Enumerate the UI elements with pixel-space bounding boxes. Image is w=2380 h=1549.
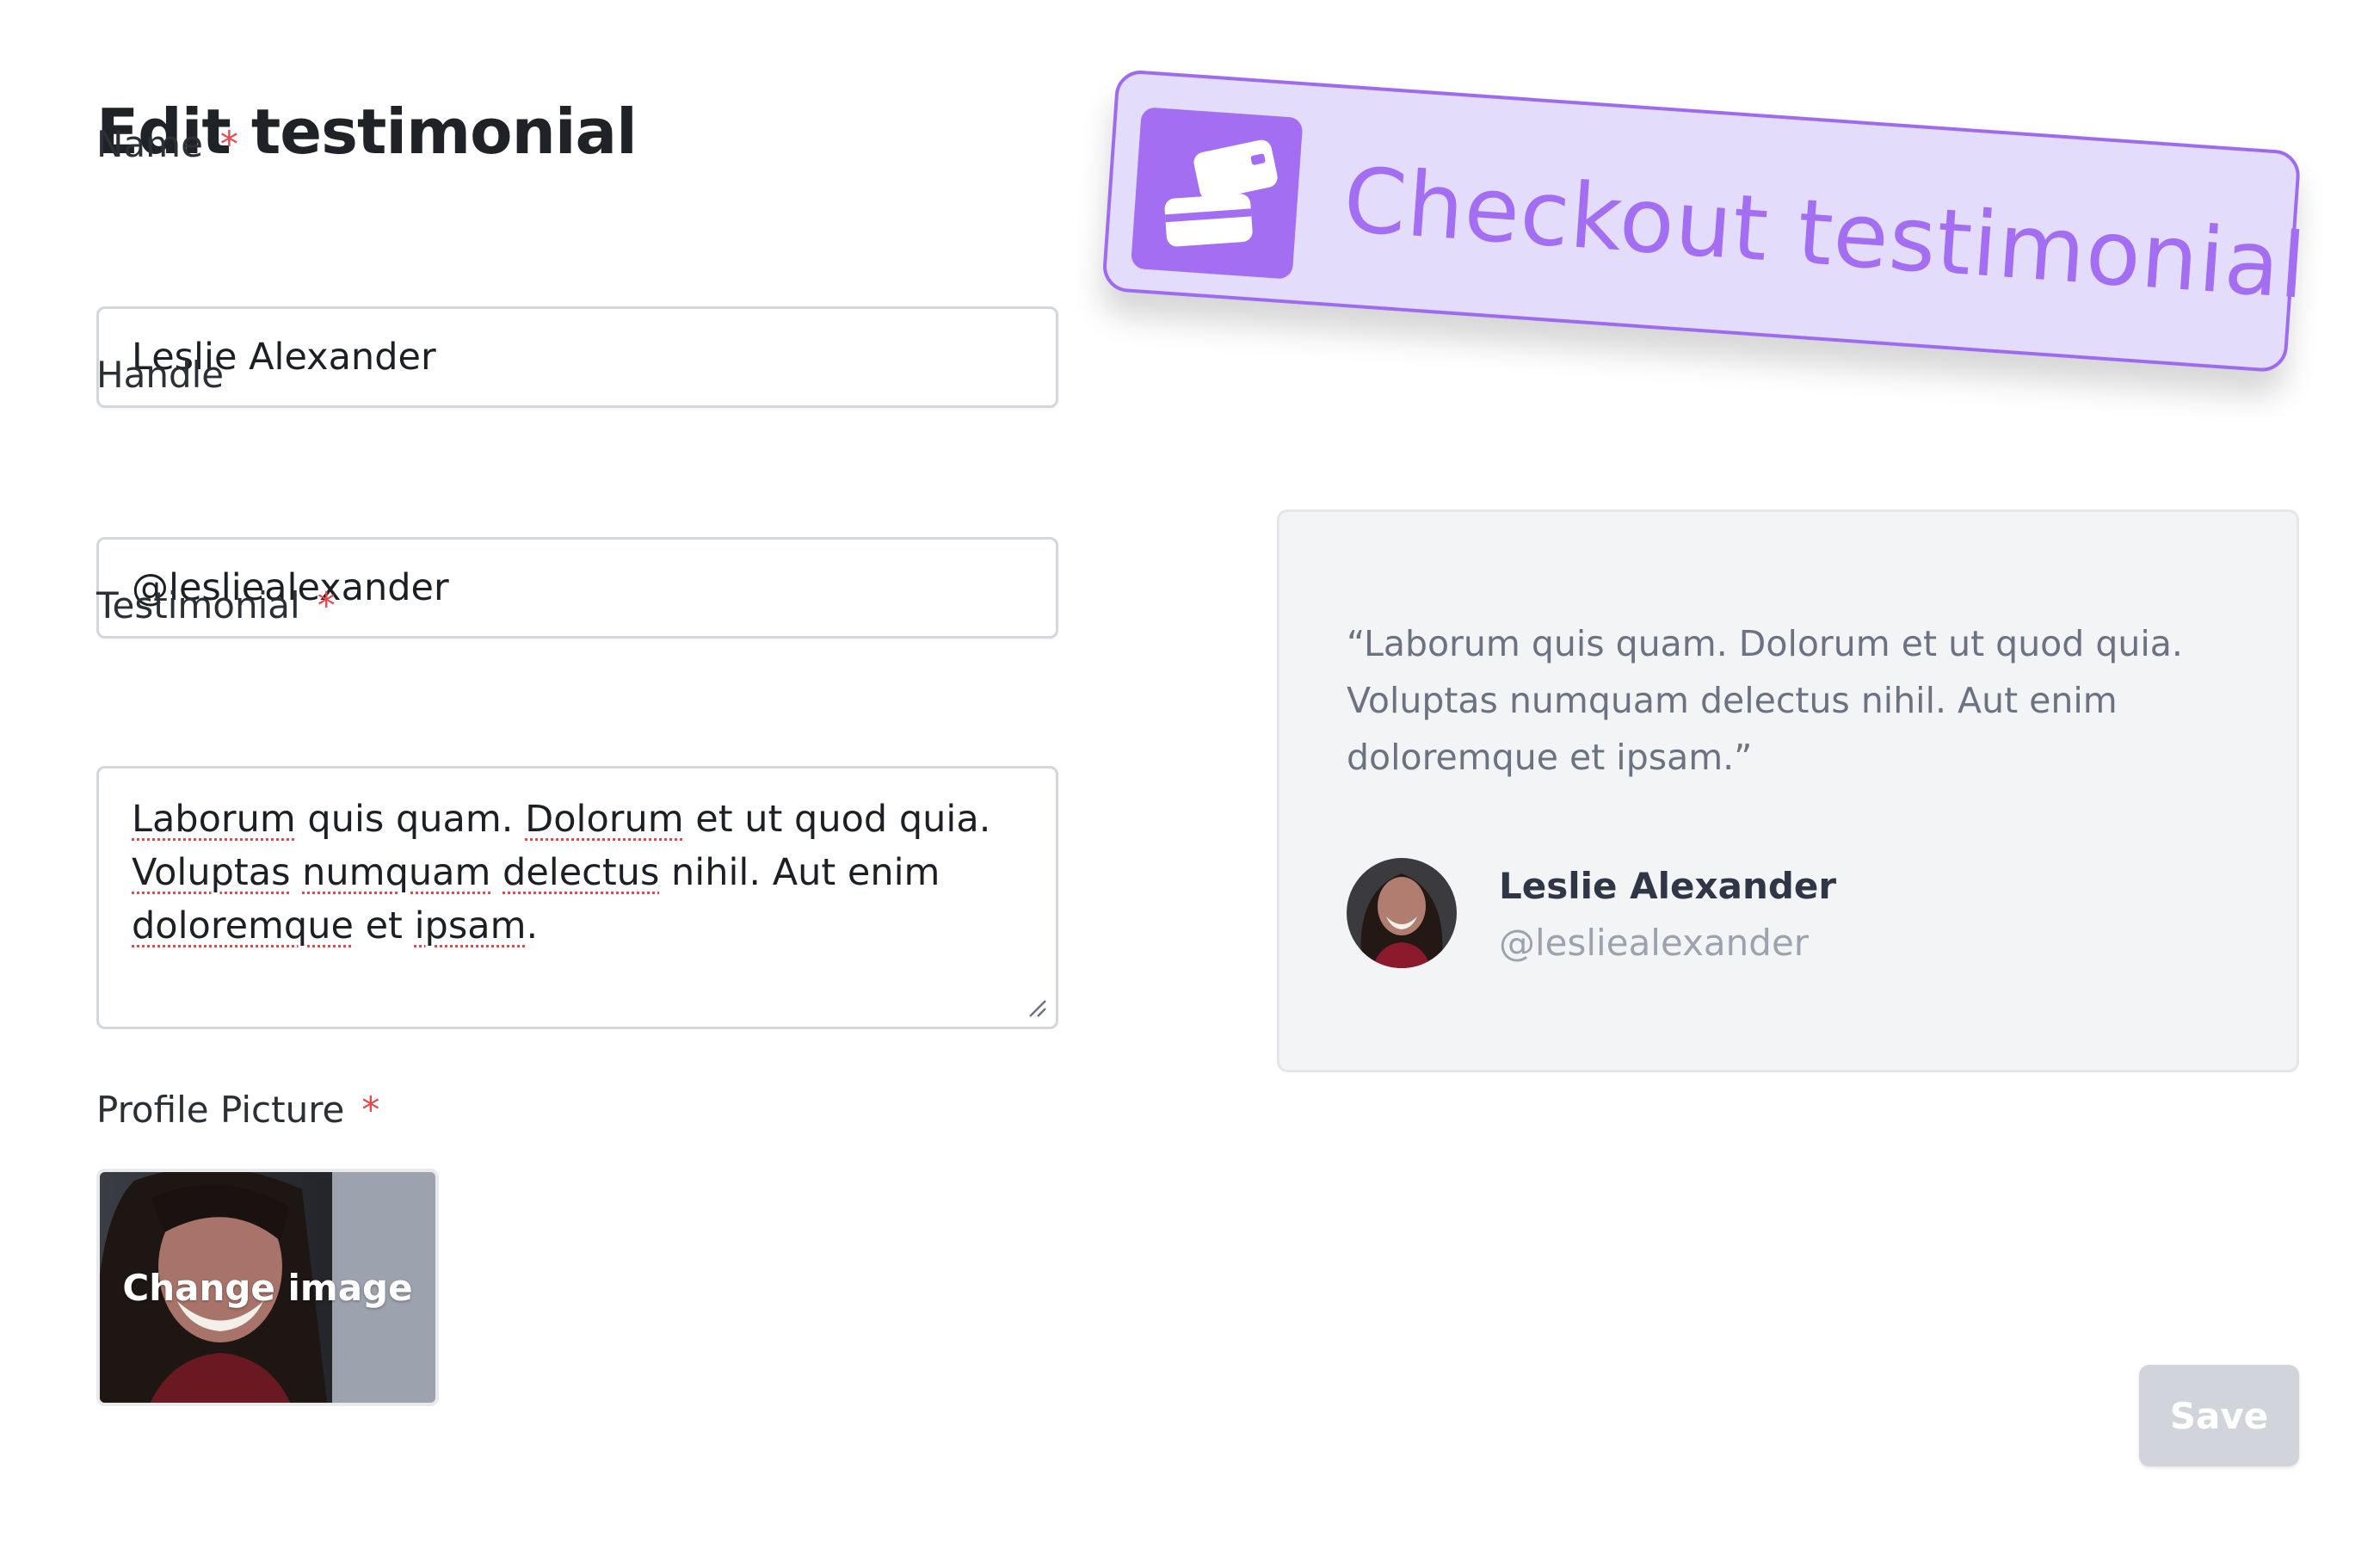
testimonial-preview-card: “Laborum quis quam. Dolorum et ut quod q… — [1277, 509, 2299, 1072]
preview-quote-line: doloremque et ipsam.” — [1347, 737, 1753, 778]
change-image-button[interactable]: Change image — [100, 1172, 435, 1403]
profile-picture-label: Profile Picture * — [96, 1086, 379, 1134]
handle-label: Handle — [96, 354, 225, 396]
preview-author-name: Leslie Alexander — [1499, 865, 1837, 907]
testimonial-label: Testimonial * — [96, 582, 336, 630]
name-input[interactable]: Leslie Alexander — [96, 306, 1058, 408]
spellcheck-word: delectus — [503, 851, 660, 894]
spellcheck-word: numquam — [302, 851, 491, 894]
spellcheck-word: Laborum — [132, 798, 296, 841]
testimonial-text: . — [526, 904, 539, 947]
save-button[interactable]: Save — [2139, 1365, 2299, 1466]
spellcheck-word: Dolorum — [525, 798, 684, 841]
preview-quote-line: Voluptas numquam delectus nihil. Aut eni… — [1347, 680, 2118, 721]
credit-cards-icon — [1130, 107, 1304, 280]
name-label-text: Name — [96, 123, 203, 165]
testimonial-text — [291, 851, 303, 894]
avatar — [1347, 858, 1457, 968]
testimonial-text: et — [353, 904, 415, 947]
testimonial-text: nihil. Aut enim — [659, 851, 940, 894]
name-required-mark: * — [219, 123, 238, 165]
preview-quote: “Laborum quis quam. Dolorum et ut quod q… — [1347, 615, 2250, 786]
profile-picture-label-text: Profile Picture — [96, 1089, 345, 1131]
profile-picture-required-mark: * — [361, 1089, 380, 1131]
testimonial-line: doloremque et ipsam. — [132, 899, 1023, 953]
badge-title: Checkout testimonial — [1340, 146, 2310, 319]
profile-picture-thumbnail[interactable]: Change image — [96, 1169, 439, 1406]
resize-handle-icon[interactable] — [1025, 996, 1047, 1018]
spellcheck-word: Voluptas — [132, 851, 291, 894]
testimonial-line: Voluptas numquam delectus nihil. Aut eni… — [132, 846, 1023, 899]
preview-author-handle: @lesliealexander — [1499, 922, 1810, 964]
testimonial-label-text: Testimonial — [96, 584, 300, 626]
testimonial-text — [490, 851, 503, 894]
spellcheck-word: doloremque — [132, 904, 354, 947]
testimonial-text: et ut quod quia. — [683, 798, 991, 841]
testimonial-line: Laborum quis quam. Dolorum et ut quod qu… — [132, 793, 1023, 846]
testimonial-text: quis quam. — [295, 798, 526, 841]
checkout-testimonial-badge: Checkout testimonial — [1101, 69, 2309, 373]
name-label: Name * — [96, 120, 238, 169]
preview-quote-line: “Laborum quis quam. Dolorum et ut quod q… — [1347, 623, 2183, 664]
spellcheck-word: ipsam — [414, 904, 527, 947]
testimonial-required-mark: * — [317, 584, 336, 626]
testimonial-textarea[interactable]: Laborum quis quam. Dolorum et ut quod qu… — [96, 766, 1058, 1029]
